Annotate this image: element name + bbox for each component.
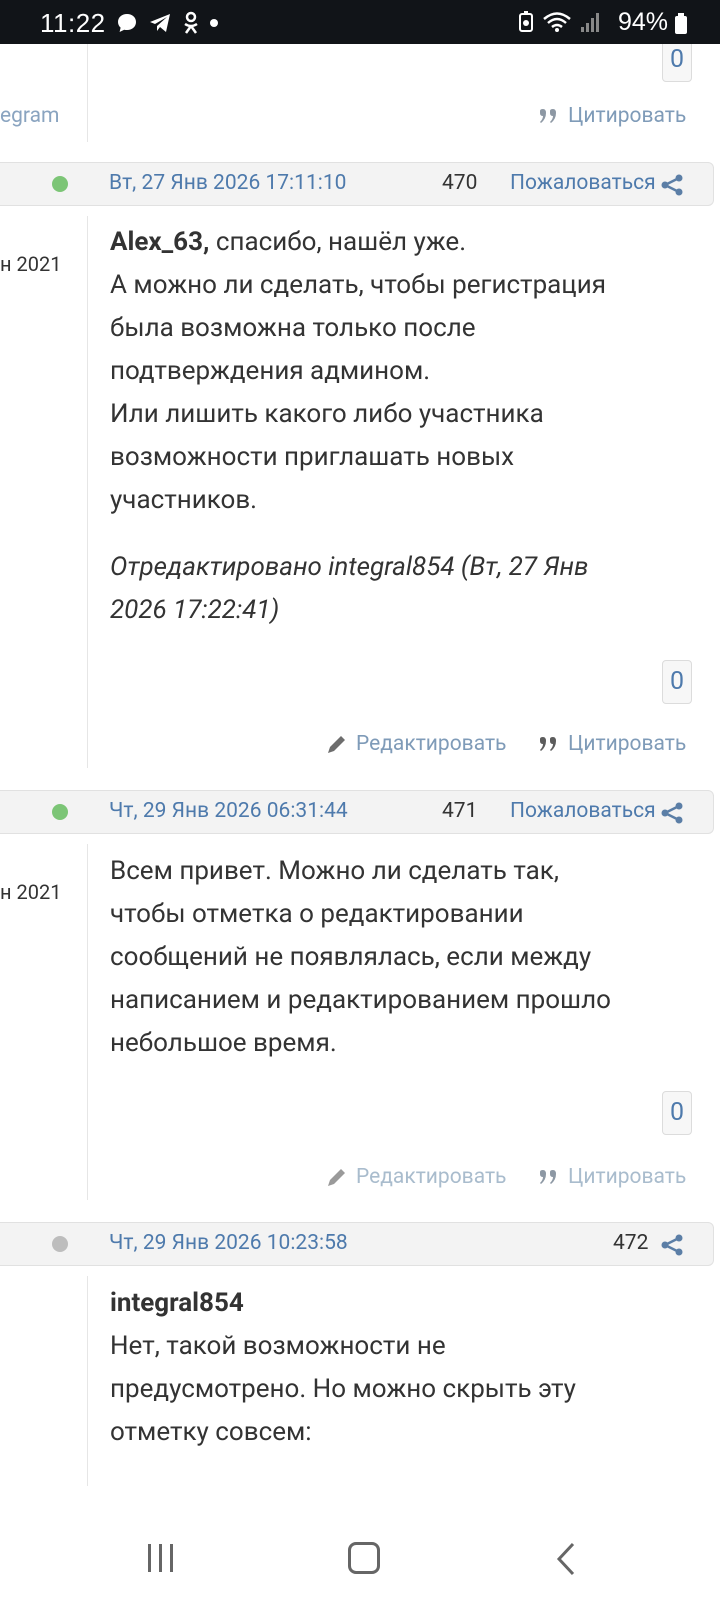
post-line: спасибо, нашёл уже. bbox=[215, 227, 467, 257]
post-line: Или лишить какого либо участника bbox=[110, 399, 544, 429]
quote-author-name: integral854 bbox=[110, 1288, 244, 1318]
post-line: была возможна только после bbox=[110, 313, 476, 343]
quote-button[interactable]: Цитировать bbox=[538, 1165, 686, 1189]
post-divider bbox=[87, 216, 88, 768]
edit-label: Редактировать bbox=[356, 732, 507, 756]
offline-status-dot bbox=[52, 1236, 68, 1252]
post-line: небольшое время. bbox=[110, 1028, 337, 1058]
status-time: 11:22 bbox=[40, 8, 106, 38]
post-body: integral854 Нет, такой возможности не пр… bbox=[110, 1282, 685, 1454]
recent-apps-icon-bar bbox=[159, 1544, 162, 1572]
post-line: сообщений не появлялась, если между bbox=[110, 942, 592, 972]
battery-percent: 94% bbox=[617, 8, 668, 36]
status-bar: 11:22 94% bbox=[0, 0, 720, 44]
wifi-icon bbox=[543, 12, 571, 32]
post-header: Чт, 29 Янв 2026 06:31:44 471 Пожаловатьс… bbox=[0, 790, 714, 834]
report-link[interactable]: Пожаловаться bbox=[510, 799, 656, 823]
quote-label: Цитировать bbox=[568, 732, 687, 756]
share-icon[interactable] bbox=[660, 802, 684, 824]
system-navigation-bar bbox=[0, 1520, 720, 1600]
edit-button[interactable]: Редактировать bbox=[326, 732, 506, 756]
quote-button[interactable]: Цитировать bbox=[538, 104, 686, 128]
post-body: Всем привет. Можно ли сделать так, чтобы… bbox=[110, 850, 685, 1065]
battery-icon bbox=[675, 13, 687, 34]
more-notifications-dot bbox=[210, 19, 218, 27]
signal-icon bbox=[581, 13, 599, 32]
quote-icon bbox=[540, 109, 556, 123]
post-line: Всем привет. Можно ли сделать так, bbox=[110, 856, 559, 886]
post-date-link[interactable]: Чт, 29 Янв 2026 10:23:58 bbox=[109, 1231, 348, 1255]
post-line: предусмотрено. Но можно скрыть эту bbox=[110, 1374, 576, 1404]
post-line: написанием и редактированием прошло bbox=[110, 985, 611, 1015]
quote-label: Цитировать bbox=[568, 1165, 687, 1189]
post-line: отметку совсем: bbox=[110, 1417, 312, 1447]
notification-icons bbox=[116, 11, 218, 35]
quote-label: Цитировать bbox=[568, 104, 687, 128]
pencil-icon bbox=[328, 736, 345, 753]
post-date-link[interactable]: Чт, 29 Янв 2026 06:31:44 bbox=[109, 799, 348, 823]
back-button[interactable] bbox=[556, 1542, 576, 1576]
quote-icon bbox=[540, 737, 556, 751]
post-line: чтобы отметка о редактировании bbox=[110, 899, 524, 929]
online-status-dot bbox=[52, 176, 68, 192]
edit-note: Отредактировано integral854 (Вт, 27 Янв … bbox=[110, 546, 685, 632]
post-header: Чт, 29 Янв 2026 10:23:58 472 bbox=[0, 1222, 714, 1266]
post-divider bbox=[87, 44, 88, 142]
post-number[interactable]: 470 bbox=[442, 171, 477, 195]
post-date-link[interactable]: Вт, 27 Янв 2026 17:11:10 bbox=[109, 171, 346, 195]
share-icon[interactable] bbox=[660, 1234, 684, 1256]
recent-apps-icon bbox=[148, 1544, 151, 1572]
author-mention[interactable]: Alex_63, bbox=[110, 227, 209, 257]
edit-note-line: 2026 17:22:41) bbox=[110, 595, 280, 625]
quote-author: integral854 bbox=[110, 1282, 685, 1325]
post-first-line: Alex_63, спасибо, нашёл уже. bbox=[110, 221, 685, 264]
edit-label: Редактировать bbox=[356, 1165, 507, 1189]
post-line: участников. bbox=[110, 485, 258, 515]
registration-date: н 2021 bbox=[0, 252, 62, 276]
post-number[interactable]: 471 bbox=[442, 799, 477, 823]
post-line: подтверждения админом. bbox=[110, 356, 431, 386]
recent-apps-button[interactable] bbox=[148, 1544, 173, 1572]
share-icon[interactable] bbox=[660, 174, 684, 196]
recent-apps-icon-bar bbox=[170, 1544, 173, 1572]
post-line: А можно ли сделать, чтобы регистрация bbox=[110, 270, 606, 300]
quote-button[interactable]: Цитировать bbox=[538, 732, 686, 756]
post-divider bbox=[87, 1276, 88, 1486]
odnoklassniki-icon bbox=[184, 11, 198, 34]
edit-note-line: Отредактировано integral854 (Вт, 27 Янв bbox=[110, 552, 589, 582]
profile-link-fragment[interactable]: egram bbox=[0, 104, 59, 128]
post-line: Нет, такой возможности не bbox=[110, 1331, 446, 1361]
rating-counter[interactable]: 0 bbox=[662, 660, 692, 704]
quote-icon bbox=[540, 1170, 556, 1184]
edit-button[interactable]: Редактировать bbox=[326, 1165, 506, 1189]
system-icons bbox=[518, 11, 600, 33]
chat-icon bbox=[118, 14, 136, 32]
post-line: возможности приглашать новых bbox=[110, 442, 515, 472]
forum-thread: 0 egram Цитировать Вт, 27 Янв 2026 17:11… bbox=[0, 44, 720, 1520]
pencil-icon bbox=[328, 1169, 345, 1186]
registration-date: н 2021 bbox=[0, 880, 62, 904]
home-button[interactable] bbox=[348, 1542, 380, 1574]
rating-counter[interactable]: 0 bbox=[662, 44, 692, 82]
post-body: Alex_63, спасибо, нашёл уже. А можно ли … bbox=[110, 221, 685, 522]
telegram-icon bbox=[150, 14, 170, 32]
post-number[interactable]: 472 bbox=[613, 1231, 648, 1255]
report-link[interactable]: Пожаловаться bbox=[510, 171, 656, 195]
post-header: Вт, 27 Янв 2026 17:11:10 470 Пожаловатьс… bbox=[0, 162, 714, 206]
online-status-dot bbox=[52, 804, 68, 820]
post-divider bbox=[87, 844, 88, 1200]
battery-saver-icon bbox=[519, 11, 533, 32]
rating-counter[interactable]: 0 bbox=[662, 1091, 692, 1135]
